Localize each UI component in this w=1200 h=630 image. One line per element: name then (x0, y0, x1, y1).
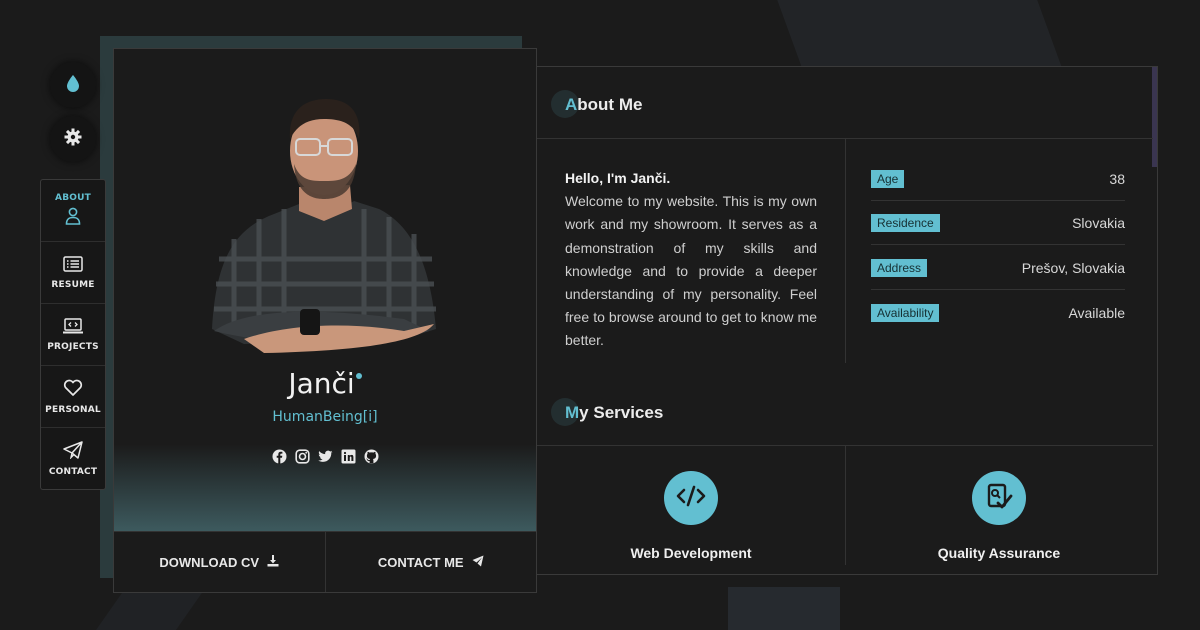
section-title-services: My Services (551, 398, 663, 426)
nav-item-label: CONTACT (48, 467, 98, 477)
profile-card: Janči HumanBeing[i] DOWNLOAD CV CONTACT … (113, 48, 537, 593)
nav-item-label: ABOUT (55, 192, 91, 203)
background-shape (777, 0, 1063, 70)
info-row-age: Age 38 (871, 157, 1125, 201)
linkedin-icon[interactable] (341, 449, 356, 464)
download-cv-button[interactable]: DOWNLOAD CV (114, 532, 326, 592)
info-value: Prešov, Slovakia (1021, 259, 1125, 276)
profile-name: Janči (114, 367, 536, 400)
background-shape (95, 590, 205, 630)
settings-button[interactable] (50, 116, 96, 162)
info-label: Availability (871, 304, 940, 322)
info-row-availability: Availability Available (871, 291, 1125, 335)
info-row-residence: Residence Slovakia (871, 201, 1125, 245)
scrollbar[interactable] (1152, 67, 1157, 167)
main-content-panel: About Me Hello, I'm Janči. Welcome to my… (537, 66, 1158, 575)
droplet-icon (65, 74, 81, 96)
nav-item-personal[interactable]: PERSONAL (41, 366, 105, 428)
service-web-development: Web Development (537, 471, 845, 561)
facebook-icon[interactable] (272, 449, 287, 464)
download-cv-label: DOWNLOAD CV (159, 554, 260, 570)
nav-item-about[interactable]: ABOUT (41, 180, 105, 242)
service-icon-circle (972, 471, 1026, 525)
user-icon (65, 207, 81, 229)
heart-icon (63, 379, 83, 401)
service-name: Web Development (630, 545, 752, 561)
checklist-icon (985, 482, 1013, 514)
info-label: Age (871, 169, 905, 188)
paper-plane-icon (63, 441, 83, 463)
service-quality-assurance: Quality Assurance (845, 471, 1153, 561)
section-title-about: About Me (551, 90, 642, 118)
instagram-icon[interactable] (294, 449, 310, 464)
info-value: 38 (1109, 170, 1125, 187)
background-shape (728, 587, 840, 630)
theme-color-button[interactable] (50, 62, 96, 108)
divider (845, 138, 846, 363)
code-icon (676, 484, 706, 512)
nav-item-label: RESUME (51, 279, 95, 290)
github-icon[interactable] (364, 449, 379, 464)
contact-me-button[interactable]: CONTACT ME (326, 532, 537, 592)
about-greeting: Hello, I'm Janči. (565, 170, 671, 186)
about-description: Welcome to my website. This is my own wo… (565, 193, 817, 349)
service-name: Quality Assurance (937, 545, 1061, 561)
service-icon-circle (664, 471, 718, 525)
profile-photo (212, 99, 436, 353)
profile-actions: DOWNLOAD CV CONTACT ME (114, 531, 536, 592)
info-row-address: Address Prešov, Slovakia (871, 246, 1125, 290)
twitter-icon[interactable] (317, 449, 333, 464)
info-value: Slovakia (1072, 214, 1125, 231)
info-label: Address (871, 258, 928, 277)
paper-plane-icon (472, 555, 484, 570)
social-links (114, 449, 536, 464)
gear-icon (64, 128, 82, 150)
info-value: Available (1068, 305, 1125, 321)
nav-item-contact[interactable]: CONTACT (41, 428, 105, 490)
about-text: Hello, I'm Janči. Welcome to my website.… (565, 167, 817, 353)
main-nav: ABOUT RESUME PROJECTS PERSONAL CONTACT (40, 179, 106, 490)
contact-me-label: CONTACT ME (377, 554, 464, 570)
nav-item-label: PERSONAL (45, 404, 101, 415)
info-label: Residence (871, 213, 940, 232)
list-icon (63, 255, 83, 276)
nav-item-resume[interactable]: RESUME (41, 242, 105, 304)
name-accent-dot (355, 373, 362, 379)
profile-tagline: HumanBeing[i] (272, 409, 378, 425)
download-icon (267, 554, 279, 570)
nav-item-label: PROJECTS (47, 341, 99, 352)
laptop-code-icon (62, 317, 84, 338)
nav-item-projects[interactable]: PROJECTS (41, 304, 105, 366)
